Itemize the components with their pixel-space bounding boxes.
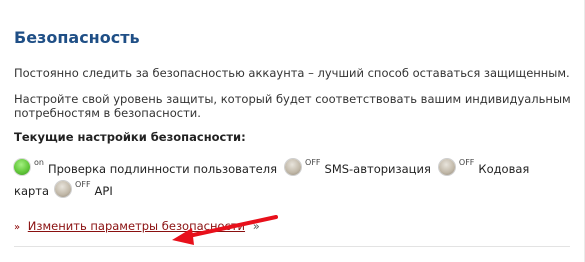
description-text: Настройте свой уровень защиты, который б… [14, 92, 571, 120]
setting-label: SMS-авторизация [324, 162, 431, 176]
current-settings-heading: Текущие настройки безопасности: [14, 130, 246, 144]
intro-text: Постоянно следить за безопасностью аккау… [14, 66, 570, 80]
section-title: Безопасность [14, 28, 140, 47]
setting-sms-auth: OFF SMS-авторизация [285, 158, 431, 179]
setting-code-card: OFF Кодовая [438, 158, 530, 179]
setting-label: Кодовая [478, 162, 530, 176]
status-on-indicator-icon [14, 159, 30, 175]
setting-code-card-continued: карта [14, 181, 49, 201]
status-tag: OFF [305, 158, 321, 167]
setting-label: API [94, 184, 113, 198]
status-off-indicator-icon [285, 159, 302, 175]
status-tag: on [34, 158, 44, 167]
status-off-indicator-icon [55, 181, 72, 197]
red-arrow-annotation-icon [172, 215, 278, 245]
status-off-indicator-icon [438, 159, 455, 175]
setting-user-verification: on Проверка подлинности пользователя [14, 158, 277, 179]
security-settings-list: on Проверка подлинности пользователя OFF… [14, 158, 574, 202]
status-tag: OFF [75, 180, 91, 189]
setting-api: OFF API [55, 180, 113, 201]
setting-label-wrap: карта [14, 184, 50, 198]
security-panel: Безопасность Постоянно следить за безопа… [14, 0, 571, 252]
bullet-icon: » [14, 222, 21, 233]
divider [14, 246, 570, 247]
status-tag: OFF [458, 158, 475, 167]
